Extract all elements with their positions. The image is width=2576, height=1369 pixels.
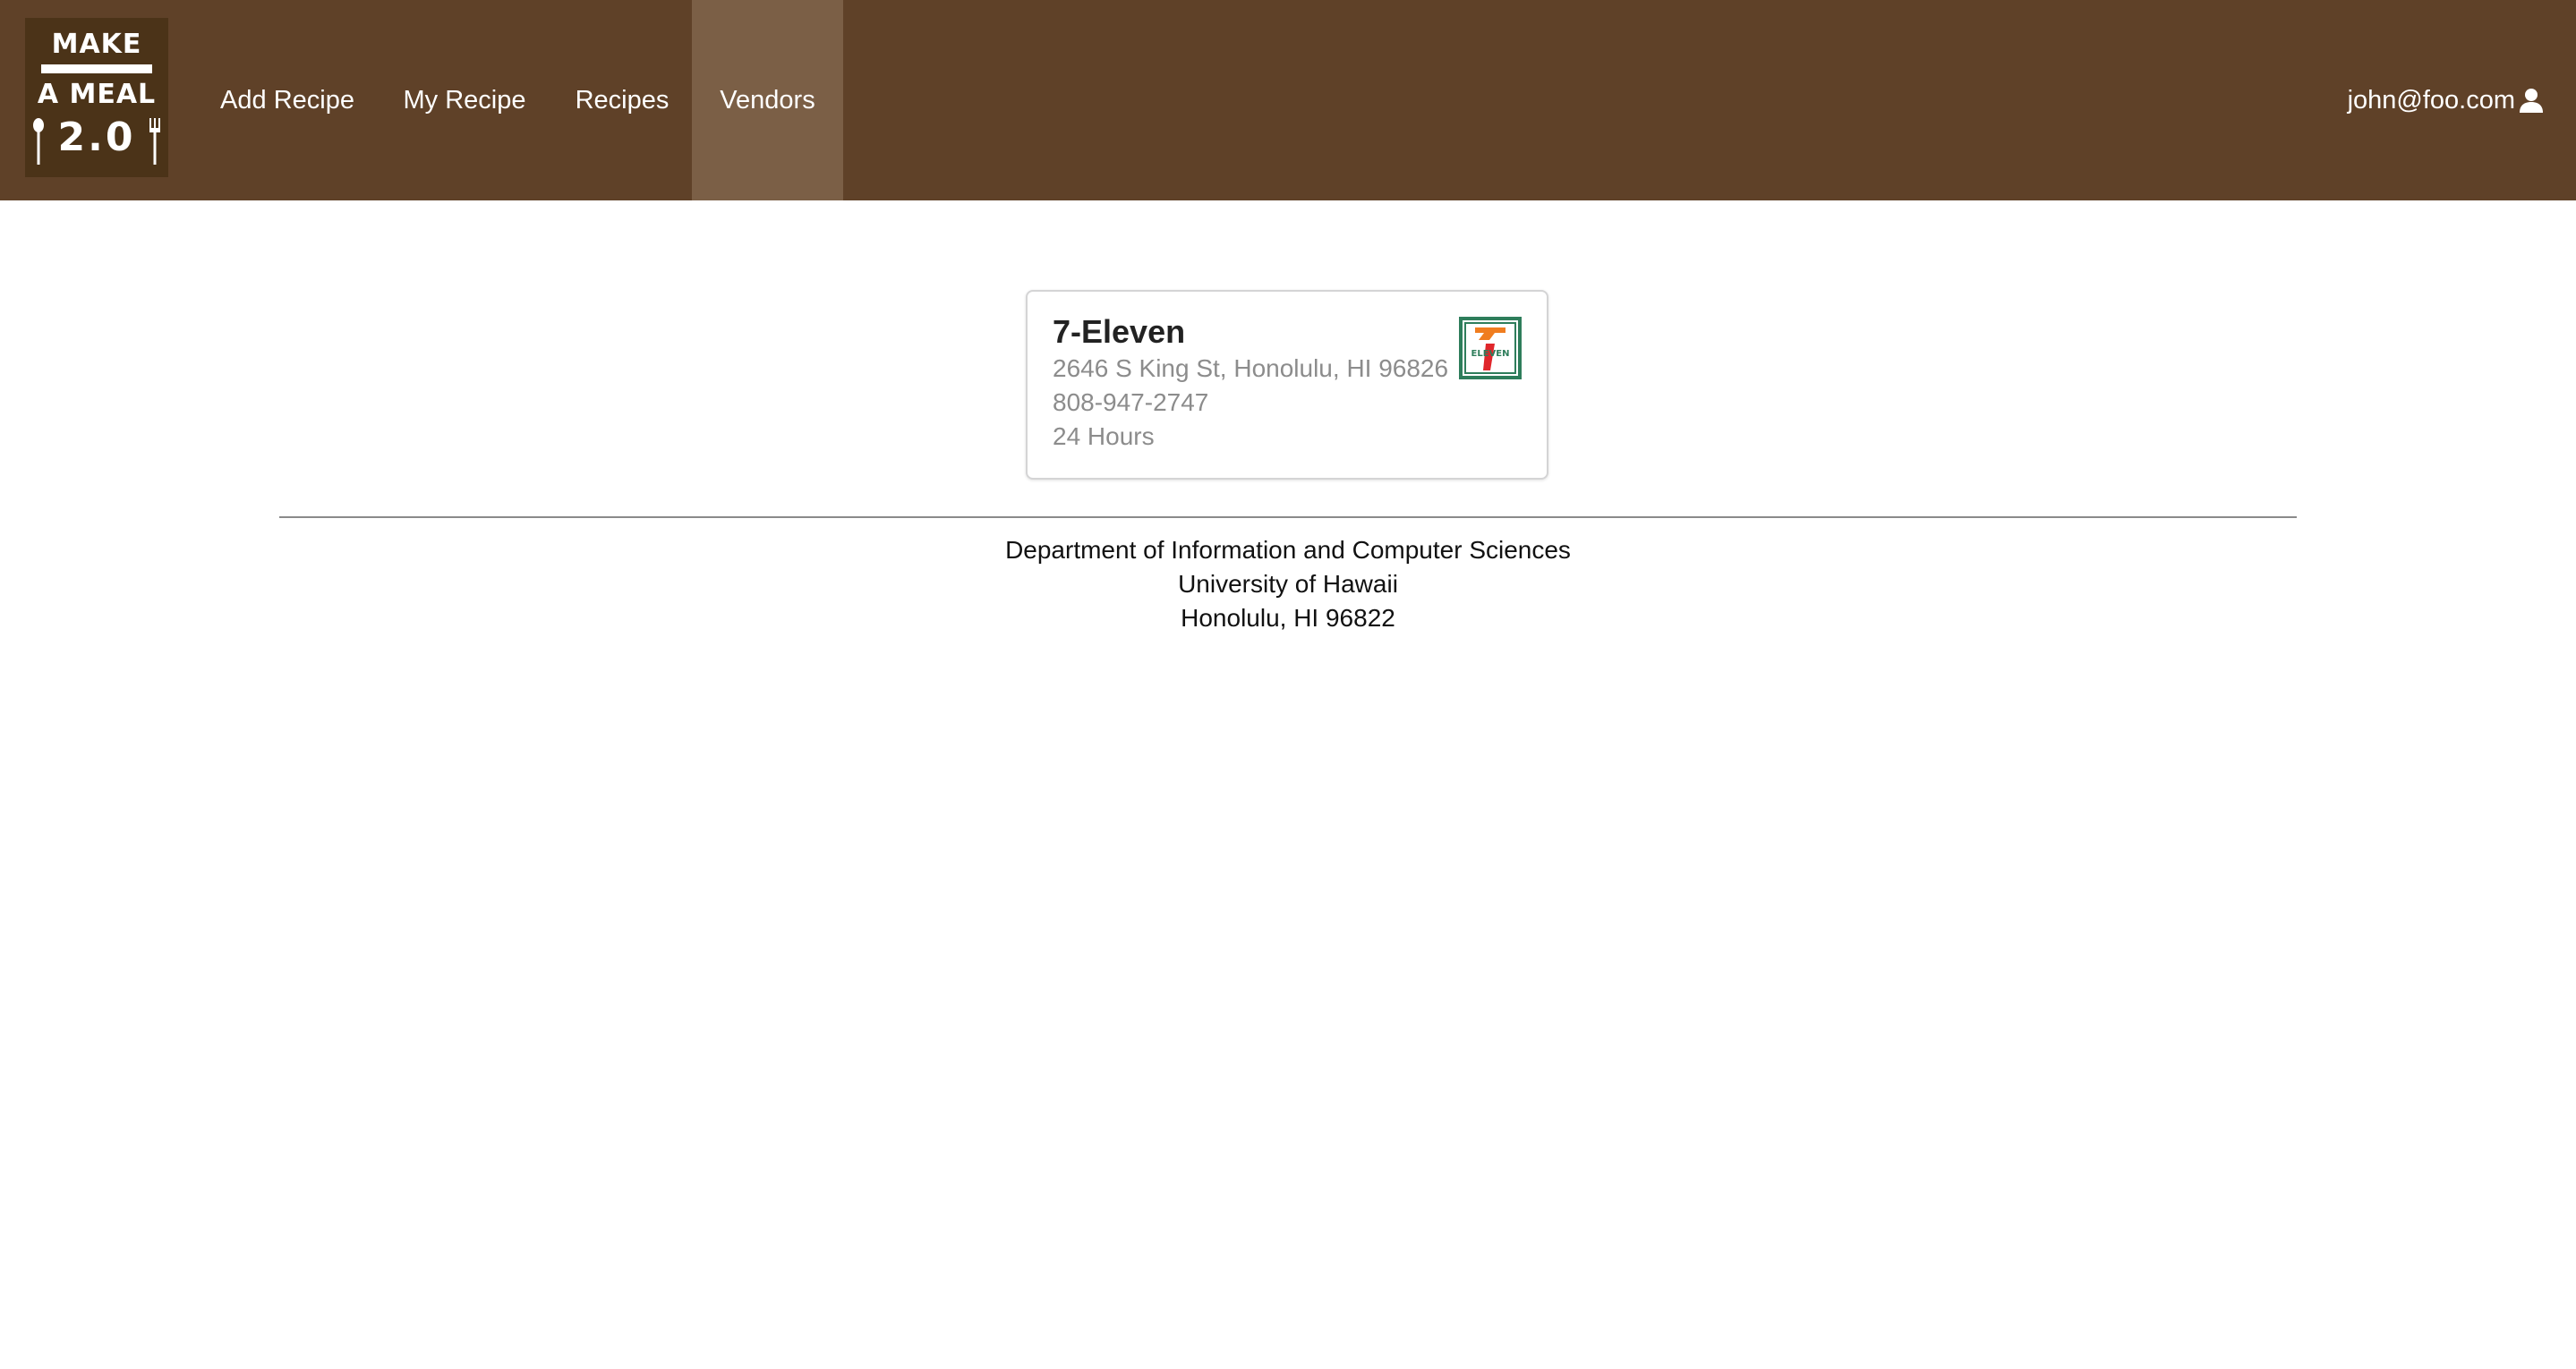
- nav-recipes[interactable]: Recipes: [562, 0, 682, 200]
- logo-divider: [41, 64, 152, 73]
- footer-university: University of Hawaii: [1178, 570, 1398, 598]
- top-navbar: MAKE A MEAL 2.0 Add Recipe My Recipe Rec…: [0, 0, 2576, 200]
- user-menu[interactable]: john@foo.com: [2348, 0, 2544, 200]
- logo-line-make: MAKE: [51, 29, 142, 60]
- nav-add-recipe[interactable]: Add Recipe: [208, 0, 367, 200]
- vendor-name: 7-Eleven: [1053, 313, 1186, 350]
- vendor-address: 2646 S King St, Honolulu, HI 96826: [1053, 354, 1449, 382]
- logo-line-a-meal: A MEAL: [37, 79, 157, 110]
- footer-department: Department of Information and Computer S…: [1005, 536, 1571, 564]
- logo-eleven-text: ELEVEN: [1471, 349, 1510, 359]
- user-icon: [2520, 89, 2543, 113]
- nav-vendors[interactable]: Vendors: [692, 0, 843, 200]
- nav-my-recipe[interactable]: My Recipe: [385, 0, 544, 200]
- footer-location: Honolulu, HI 96822: [1181, 604, 1395, 632]
- footer: Department of Information and Computer S…: [0, 533, 2576, 635]
- 7-eleven-logo: ELEVEN: [1459, 317, 1522, 379]
- footer-divider: [279, 516, 2297, 518]
- logo-version: 2.0: [57, 115, 136, 160]
- user-email: john@foo.com: [2347, 85, 2515, 115]
- vendor-card[interactable]: 7-Eleven 2646 S King St, Honolulu, HI 96…: [1026, 290, 1548, 480]
- vendor-hours: 24 Hours: [1053, 422, 1155, 450]
- vendor-phone: 808-947-2747: [1053, 388, 1209, 416]
- fork-icon: [149, 118, 160, 165]
- make-a-meal-logo[interactable]: MAKE A MEAL 2.0: [25, 18, 168, 177]
